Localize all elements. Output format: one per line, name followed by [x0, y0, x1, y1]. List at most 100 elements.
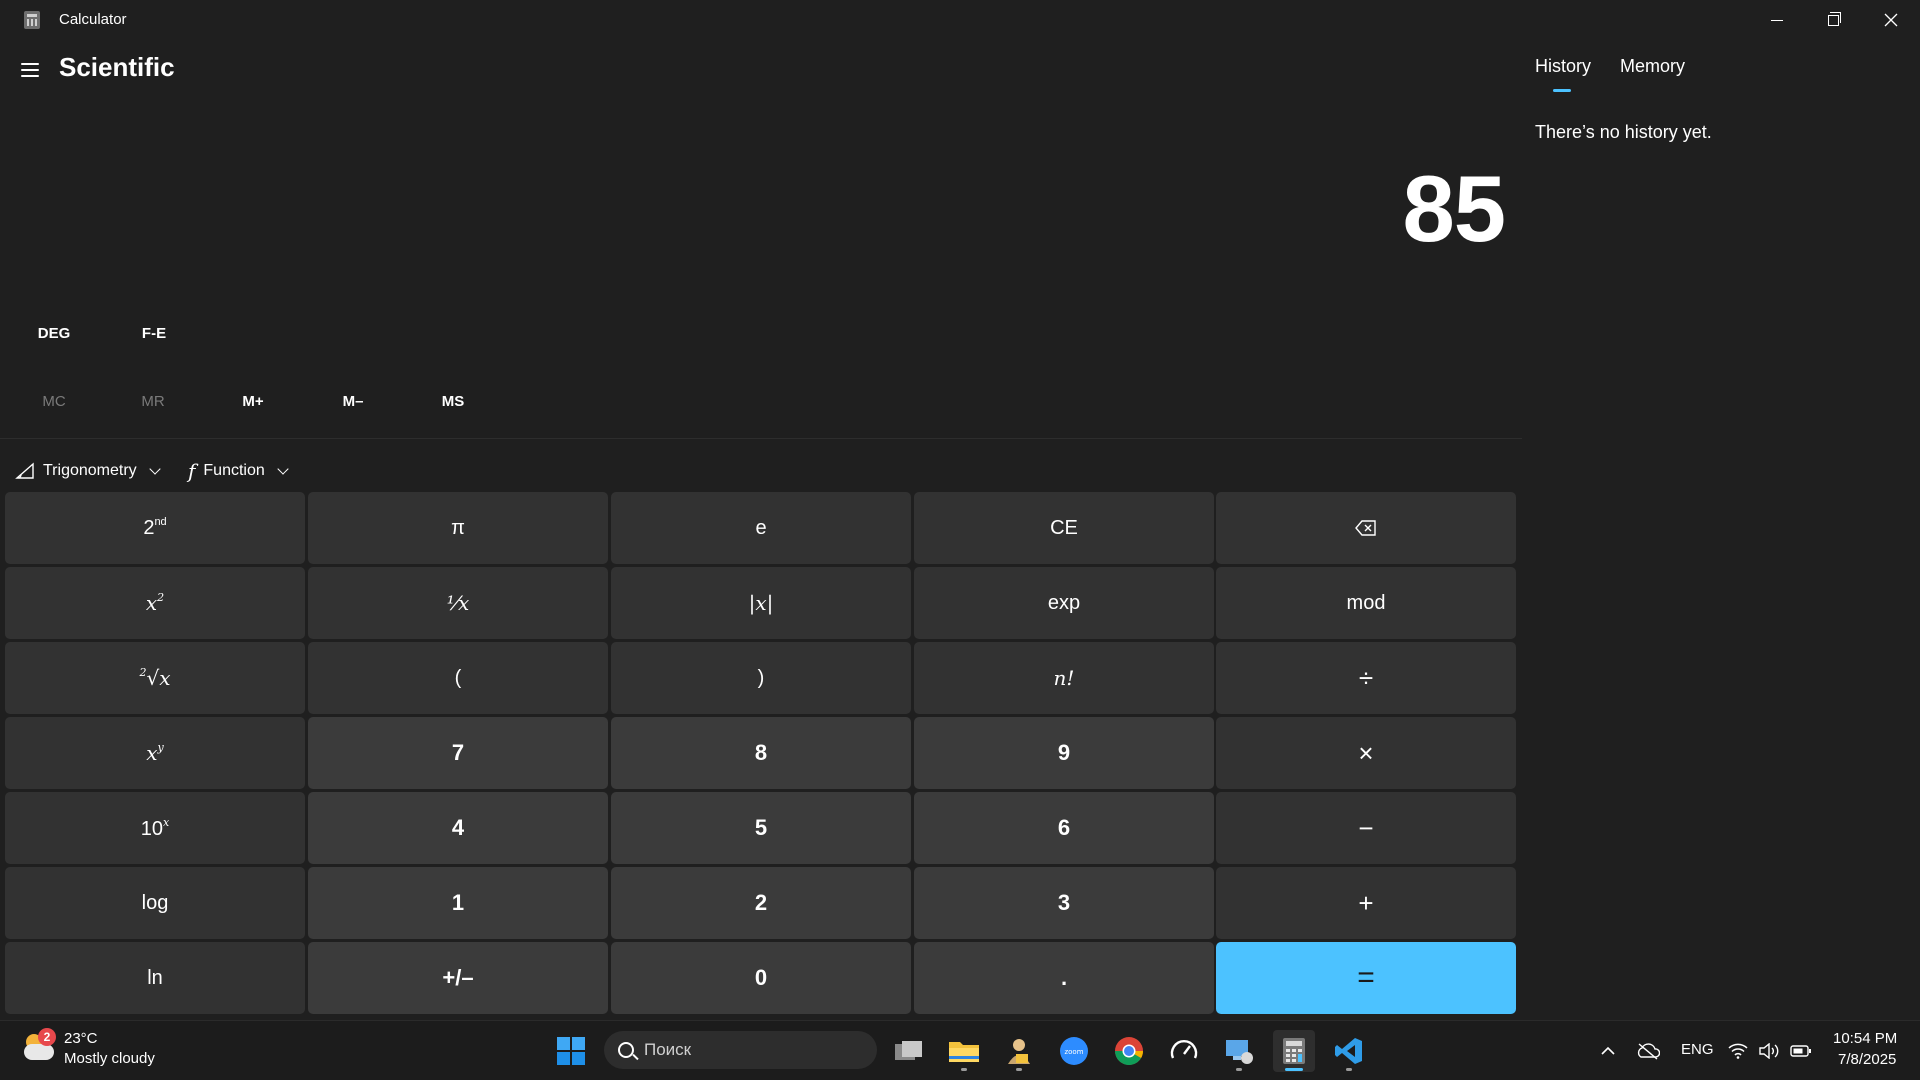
remote-desktop-icon [1226, 1040, 1253, 1064]
remote-desktop-button[interactable] [1218, 1030, 1260, 1072]
weather-badge: 2 [38, 1028, 56, 1046]
ten-power-button[interactable]: 10x [5, 792, 305, 864]
navigation-menu-button[interactable] [18, 60, 42, 80]
active-tab-indicator [1553, 89, 1571, 92]
close-paren-button[interactable]: ) [611, 642, 911, 714]
keypad: 2nd π e CE x2 ⅟x |x| exp mod 2√x ( ) n! … [5, 492, 1516, 1014]
digit-0-button[interactable]: 0 [611, 942, 911, 1014]
digit-6-button[interactable]: 6 [914, 792, 1214, 864]
close-button[interactable] [1862, 0, 1919, 40]
window-title: Calculator [59, 11, 127, 28]
task-view-button[interactable] [888, 1030, 930, 1072]
calculator-taskbar-button[interactable] [1273, 1030, 1315, 1072]
memory-add-button[interactable]: M+ [213, 386, 293, 416]
input-language-indicator[interactable]: ENG [1681, 1041, 1714, 1058]
trigonometry-dropdown[interactable]: Trigonometry [15, 456, 161, 486]
memory-store-button[interactable]: MS [413, 386, 493, 416]
clear-entry-button[interactable]: CE [914, 492, 1214, 564]
restore-button[interactable] [1805, 0, 1862, 40]
cloud-icon [24, 1044, 54, 1060]
trigonometry-label: Trigonometry [43, 462, 137, 479]
minimize-button[interactable] [1748, 0, 1805, 40]
digit-1-button[interactable]: 1 [308, 867, 608, 939]
search-placeholder: Поиск [644, 1040, 692, 1059]
equals-button[interactable]: = [1216, 942, 1516, 1014]
quick-settings-button[interactable] [1722, 1030, 1818, 1072]
factorial-button[interactable]: n! [914, 642, 1214, 714]
memory-recall-button[interactable]: MR [113, 386, 193, 416]
digit-2-button[interactable]: 2 [611, 867, 911, 939]
divider [0, 438, 1522, 439]
backspace-button[interactable] [1216, 492, 1516, 564]
folder-icon [949, 1042, 979, 1062]
mod-button[interactable]: mod [1216, 567, 1516, 639]
multiply-button[interactable]: × [1216, 717, 1516, 789]
add-button[interactable]: + [1216, 867, 1516, 939]
cloud-off-icon [1637, 1043, 1660, 1060]
function-label: Function [203, 462, 265, 479]
angle-unit-button[interactable]: DEG [19, 318, 89, 348]
function-dropdown[interactable]: f Function [188, 456, 289, 486]
chrome-button[interactable] [1108, 1030, 1150, 1072]
wifi-icon [1728, 1043, 1748, 1059]
divide-button[interactable]: ÷ [1216, 642, 1516, 714]
onedrive-button[interactable] [1627, 1030, 1669, 1072]
reciprocal-button[interactable]: ⅟x [308, 567, 608, 639]
weather-temperature[interactable]: 23°C [64, 1030, 98, 1047]
digit-8-button[interactable]: 8 [611, 717, 911, 789]
second-function-button[interactable]: 2nd [5, 492, 305, 564]
square-button[interactable]: x2 [5, 567, 305, 639]
subtract-button[interactable]: − [1216, 792, 1516, 864]
volume-icon [1759, 1043, 1779, 1059]
tab-history[interactable]: History [1535, 56, 1591, 77]
fe-toggle-button[interactable]: F-E [119, 318, 189, 348]
function-icon: f [188, 459, 196, 483]
memory-clear-button[interactable]: MC [14, 386, 94, 416]
speedometer-app-button[interactable] [1163, 1030, 1205, 1072]
pi-button[interactable]: π [308, 492, 608, 564]
clock-time[interactable]: 10:54 PM [1833, 1030, 1897, 1047]
calculator-icon [1283, 1038, 1305, 1064]
memory-subtract-button[interactable]: M– [313, 386, 393, 416]
chrome-icon [1115, 1037, 1143, 1065]
windows-logo-icon [557, 1037, 585, 1065]
start-button[interactable] [550, 1030, 592, 1072]
battery-icon [1790, 1045, 1812, 1057]
calculator-window: Calculator Scientific 85 DEG F-E MC MR M… [0, 0, 1920, 1020]
vscode-icon [1335, 1038, 1362, 1064]
square-root-button[interactable]: 2√x [5, 642, 305, 714]
clock-date[interactable]: 7/8/2025 [1838, 1051, 1896, 1068]
digit-5-button[interactable]: 5 [611, 792, 911, 864]
natural-log-button[interactable]: ln [5, 942, 305, 1014]
chevron-down-icon [148, 463, 161, 475]
digit-9-button[interactable]: 9 [914, 717, 1214, 789]
title-bar: Calculator [0, 0, 1920, 40]
digit-3-button[interactable]: 3 [914, 867, 1214, 939]
zoom-button[interactable]: zoom [1053, 1030, 1095, 1072]
task-view-icon [895, 1041, 922, 1060]
file-explorer-button[interactable] [943, 1030, 985, 1072]
close-icon [1884, 13, 1897, 27]
power-button[interactable]: xy [5, 717, 305, 789]
vscode-button[interactable] [1328, 1030, 1370, 1072]
decimal-button[interactable]: . [914, 942, 1214, 1014]
digit-7-button[interactable]: 7 [308, 717, 608, 789]
open-paren-button[interactable]: ( [308, 642, 608, 714]
show-hidden-icons-button[interactable] [1587, 1030, 1629, 1072]
mode-title: Scientific [59, 52, 175, 82]
absolute-value-button[interactable]: |x| [611, 567, 911, 639]
exp-button[interactable]: exp [914, 567, 1214, 639]
weather-description[interactable]: Mostly cloudy [64, 1050, 155, 1067]
chevron-down-icon [277, 463, 289, 475]
tab-memory[interactable]: Memory [1620, 56, 1685, 77]
euler-button[interactable]: e [611, 492, 911, 564]
negate-button[interactable]: +/– [308, 942, 608, 1014]
app-pinned-button[interactable] [998, 1030, 1040, 1072]
digit-4-button[interactable]: 4 [308, 792, 608, 864]
chevron-up-icon [1601, 1046, 1615, 1055]
search-icon [618, 1042, 634, 1058]
taskbar-search[interactable]: Поиск [604, 1031, 877, 1069]
log-button[interactable]: log [5, 867, 305, 939]
user-folder-icon [1008, 1039, 1030, 1064]
hamburger-icon [21, 63, 39, 65]
